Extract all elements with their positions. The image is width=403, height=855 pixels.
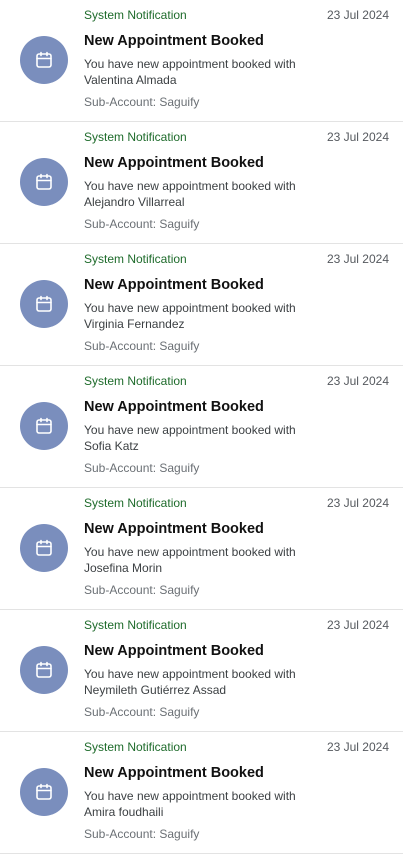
notification-source: System Notification bbox=[84, 252, 187, 266]
notification-title: New Appointment Booked bbox=[84, 155, 264, 171]
notification-body-text: You have new appointment booked with bbox=[84, 545, 296, 559]
notification-sub-account: Sub-Account: Saguify bbox=[84, 95, 200, 109]
notification-item[interactable]: System Notification 23 Jul 2024 New Appo… bbox=[0, 732, 403, 854]
notification-body-text: You have new appointment booked with bbox=[84, 301, 296, 315]
notification-item[interactable]: System Notification 23 Jul 2024 New Appo… bbox=[0, 366, 403, 488]
notification-date: 23 Jul 2024 bbox=[326, 496, 389, 510]
notification-date: 23 Jul 2024 bbox=[326, 252, 389, 266]
notification-contact-name: Josefina Morin bbox=[84, 561, 163, 575]
notification-body-text: You have new appointment booked with bbox=[84, 57, 296, 71]
notification-avatar bbox=[20, 524, 68, 572]
notification-body-text: You have new appointment booked with bbox=[84, 423, 296, 437]
notification-sub-account: Sub-Account: Saguify bbox=[84, 461, 200, 475]
notification-source: System Notification bbox=[84, 496, 187, 510]
notification-title: New Appointment Booked bbox=[84, 399, 264, 415]
calendar-icon bbox=[36, 51, 52, 68]
notification-date: 23 Jul 2024 bbox=[326, 130, 389, 144]
notification-body-text: You have new appointment booked with bbox=[84, 179, 296, 193]
notification-body: You have new appointment booked with Jos… bbox=[84, 544, 324, 576]
notification-contact-name: Virginia Fernandez bbox=[84, 317, 185, 331]
notification-avatar bbox=[20, 158, 68, 206]
notification-avatar bbox=[20, 280, 68, 328]
notification-sub-account: Sub-Account: Saguify bbox=[84, 217, 200, 231]
calendar-icon bbox=[36, 539, 52, 556]
notification-body: You have new appointment booked with Ami… bbox=[84, 788, 324, 820]
notification-body: You have new appointment booked with Ney… bbox=[84, 666, 324, 698]
calendar-icon bbox=[36, 661, 52, 678]
notification-avatar bbox=[20, 402, 68, 450]
notification-title: New Appointment Booked bbox=[84, 521, 264, 537]
notification-item[interactable]: System Notification 23 Jul 2024 New Appo… bbox=[0, 122, 403, 244]
notification-contact-name: Neymileth Gutiérrez Assad bbox=[84, 683, 227, 697]
notification-source: System Notification bbox=[84, 8, 187, 22]
notification-avatar bbox=[20, 36, 68, 84]
notification-sub-account: Sub-Account: Saguify bbox=[84, 705, 200, 719]
notification-item[interactable]: System Notification 23 Jul 2024 New Appo… bbox=[0, 610, 403, 732]
notification-avatar bbox=[20, 768, 68, 816]
notification-sub-account: Sub-Account: Saguify bbox=[84, 583, 200, 597]
notification-body: You have new appointment booked with Sof… bbox=[84, 422, 324, 454]
notification-contact-name: Alejandro Villarreal bbox=[84, 195, 185, 209]
notification-date: 23 Jul 2024 bbox=[326, 8, 389, 22]
notification-title: New Appointment Booked bbox=[84, 643, 264, 659]
notification-body-text: You have new appointment booked with bbox=[84, 667, 296, 681]
notification-source: System Notification bbox=[84, 374, 187, 388]
notification-avatar bbox=[20, 646, 68, 694]
calendar-icon bbox=[36, 783, 52, 800]
notification-sub-account: Sub-Account: Saguify bbox=[84, 339, 200, 353]
notification-contact-name: Sofia Katz bbox=[84, 439, 139, 453]
notification-title: New Appointment Booked bbox=[84, 33, 264, 49]
notification-source: System Notification bbox=[84, 618, 187, 632]
notification-item[interactable]: System Notification 23 Jul 2024 New Appo… bbox=[0, 488, 403, 610]
notification-title: New Appointment Booked bbox=[84, 765, 264, 781]
notification-source: System Notification bbox=[84, 130, 187, 144]
notification-body: You have new appointment booked with Vir… bbox=[84, 300, 324, 332]
notification-source: System Notification bbox=[84, 740, 187, 754]
notification-list: System Notification 23 Jul 2024 New Appo… bbox=[0, 0, 403, 854]
notification-item[interactable]: System Notification 23 Jul 2024 New Appo… bbox=[0, 244, 403, 366]
notification-title: New Appointment Booked bbox=[84, 277, 264, 293]
notification-item[interactable]: System Notification 23 Jul 2024 New Appo… bbox=[0, 0, 403, 122]
notification-sub-account: Sub-Account: Saguify bbox=[84, 827, 200, 841]
notification-contact-name: Amira foudhaili bbox=[84, 805, 164, 819]
notification-body-text: You have new appointment booked with bbox=[84, 789, 296, 803]
notification-body: You have new appointment booked with Val… bbox=[84, 56, 324, 88]
calendar-icon bbox=[36, 417, 52, 434]
notification-contact-name: Valentina Almada bbox=[84, 73, 177, 87]
calendar-icon bbox=[36, 295, 52, 312]
notification-body: You have new appointment booked with Ale… bbox=[84, 178, 324, 210]
notification-date: 23 Jul 2024 bbox=[326, 740, 389, 754]
calendar-icon bbox=[36, 173, 52, 190]
notification-date: 23 Jul 2024 bbox=[326, 618, 389, 632]
notification-date: 23 Jul 2024 bbox=[326, 374, 389, 388]
